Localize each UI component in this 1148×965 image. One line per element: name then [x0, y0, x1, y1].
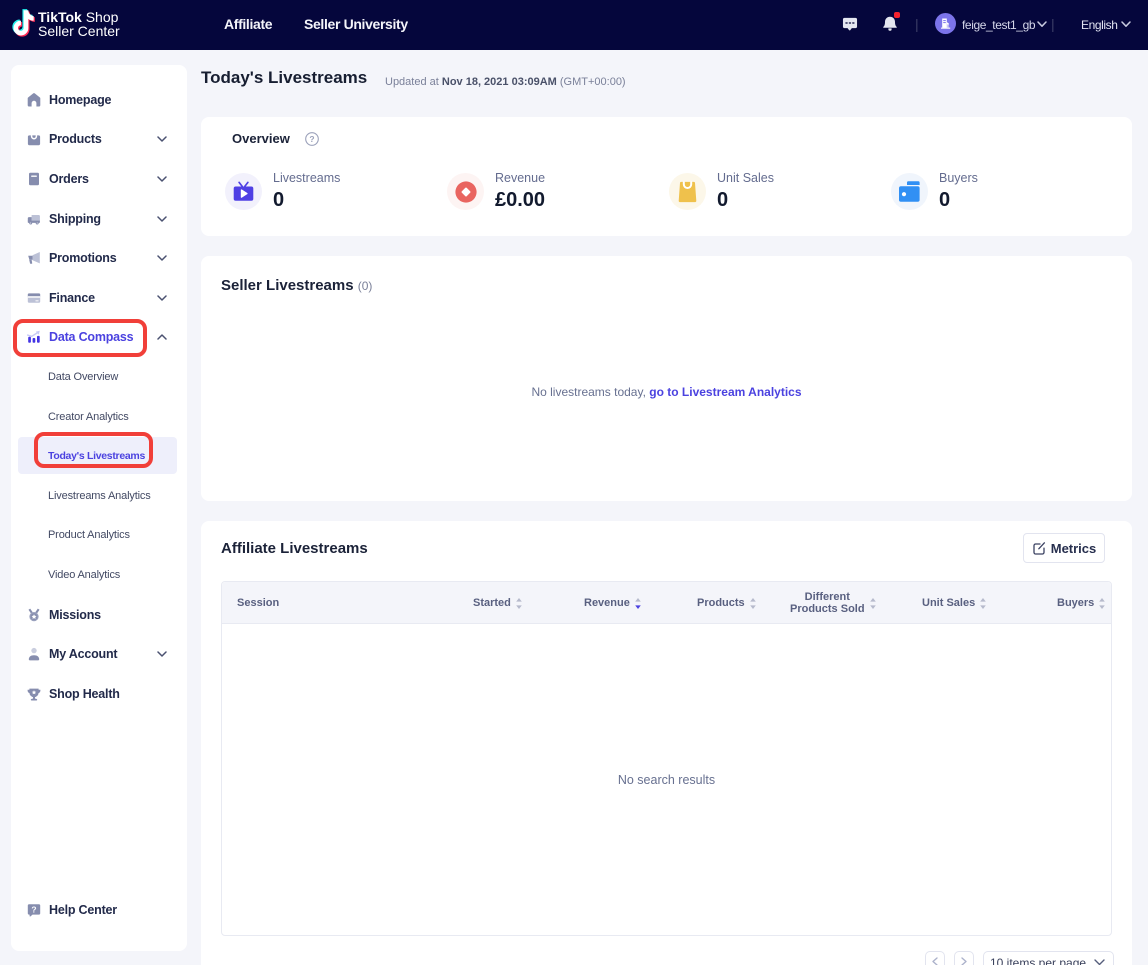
- svg-text:?: ?: [309, 134, 314, 144]
- svg-text:?: ?: [31, 905, 36, 915]
